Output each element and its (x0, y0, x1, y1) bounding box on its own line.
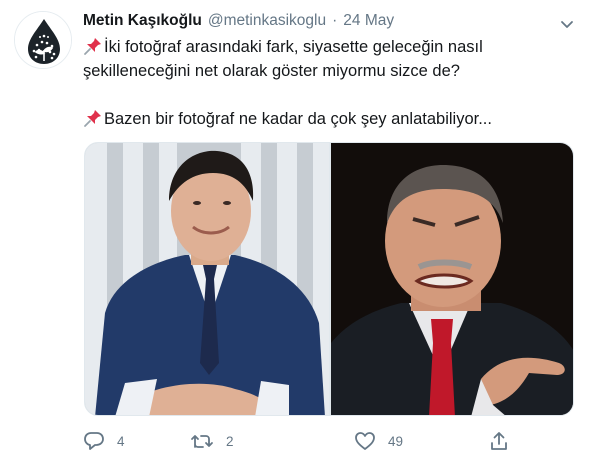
share-icon (488, 430, 510, 452)
like-icon (354, 430, 376, 452)
reply-count: 4 (117, 433, 125, 449)
tweet-header: Metin Kaşıkoğlu @metinkasikoglu · 24 May (83, 12, 394, 34)
retweet-button[interactable]: 2 (190, 428, 234, 454)
display-name[interactable]: Metin Kaşıkoğlu (83, 12, 202, 30)
caret-down-icon[interactable] (557, 14, 577, 34)
angry-man-photo (331, 143, 573, 415)
tweet-text-1: İki fotoğraf arasındaki fark, siyasette … (104, 38, 483, 56)
separator-dot: · (332, 12, 338, 29)
photo-left[interactable] (85, 143, 329, 415)
tweet-text-line-2: şekilleneceğini net olarak göster miyorm… (83, 59, 460, 83)
reply-icon (83, 430, 105, 452)
reply-button[interactable]: 4 (83, 428, 125, 454)
tweet-text-line-3: Bazen bir fotoğraf ne kadar da çok şey a… (83, 107, 492, 131)
pushpin-icon (83, 108, 103, 128)
tweet-actions: 4 2 49 (83, 428, 523, 454)
user-handle[interactable]: @metinkasikoglu (208, 12, 326, 30)
retweet-count: 2 (226, 433, 234, 449)
avatar[interactable] (14, 11, 72, 69)
pushpin-icon (83, 36, 103, 56)
water-drop-logo (15, 12, 71, 68)
like-button[interactable]: 49 (354, 428, 403, 454)
tweet-card[interactable]: Metin Kaşıkoğlu @metinkasikoglu · 24 May… (0, 0, 592, 460)
smiling-man-photo (85, 143, 329, 415)
tweet-text-line-1: İki fotoğraf arasındaki fark, siyasette … (83, 35, 483, 59)
photo-right[interactable] (331, 143, 573, 415)
tweet-text-3: Bazen bir fotoğraf ne kadar da çok şey a… (104, 110, 492, 128)
tweet-text-2: şekilleneceğini net olarak göster miyorm… (83, 62, 460, 80)
retweet-icon (190, 430, 214, 452)
tweet-date[interactable]: 24 May (343, 12, 394, 30)
share-button[interactable] (488, 428, 510, 454)
tweet-media[interactable] (84, 142, 574, 416)
like-count: 49 (388, 433, 404, 449)
